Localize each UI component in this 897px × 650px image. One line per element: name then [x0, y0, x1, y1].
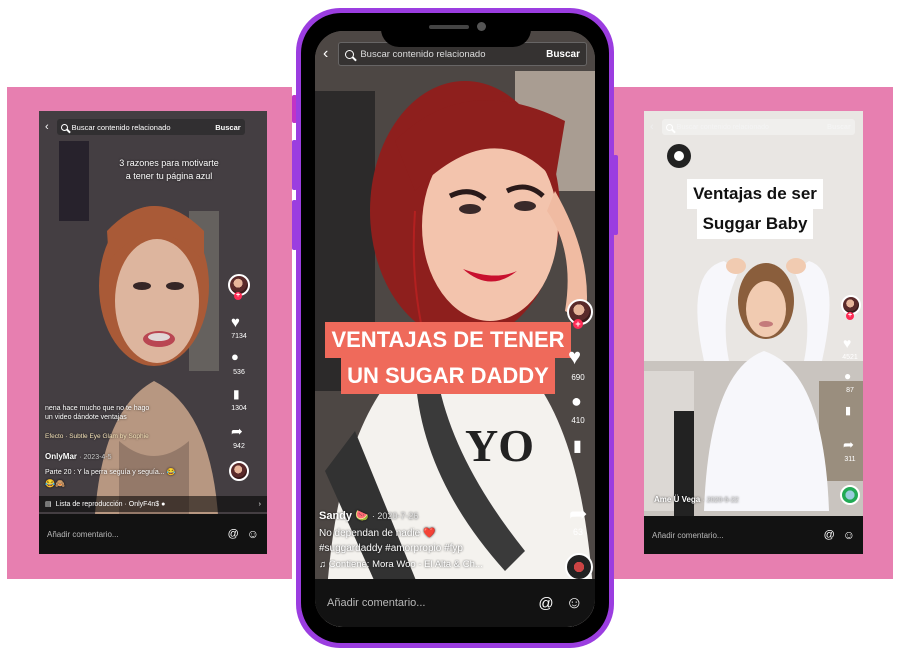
creator-username-row[interactable]: OnlyMar · 2023-4-5 [45, 452, 112, 461]
comment-count: 87 [846, 387, 854, 394]
comment-count: 410 [571, 416, 585, 425]
video-description: nena hace mucho que no te hago un video … [45, 404, 215, 422]
follow-plus-icon[interactable]: + [234, 292, 242, 300]
bookmark-icon[interactable]: ▮ [573, 436, 582, 456]
music-disc-icon[interactable] [565, 553, 593, 581]
post-date: · 2020-5-22 [702, 497, 739, 504]
back-arrow-icon[interactable]: ‹ [45, 121, 49, 133]
share-count: 63 [572, 527, 583, 537]
overlay-line: 3 razones para motivarte [119, 158, 219, 168]
share-arrow-icon[interactable]: ➦ [569, 501, 587, 527]
left-tiktok-screenshot: ‹ Buscar contenido relacionado Buscar 3 … [39, 111, 267, 554]
music-disc-icon[interactable] [229, 461, 249, 481]
right-video-frame [644, 111, 863, 554]
bookmark-icon[interactable]: ▮ [233, 387, 240, 401]
search-icon [665, 123, 673, 131]
mention-icon[interactable]: @ [228, 528, 239, 540]
front-camera [477, 22, 486, 31]
center-tiktok-screen: YO ‹ Buscar contenido relacionado Buscar… [315, 31, 595, 627]
video-overlay-text: VENTAJAS DE TENER UN SUGAR DADDY [319, 322, 577, 394]
comment-input[interactable]: Añadir comentario... [47, 530, 228, 539]
effect-label[interactable]: Efecto · Subtle Eye Glam by Sophie [45, 433, 225, 440]
video-description: No dependan de nadie ❤️ [319, 528, 436, 539]
phone-bezel: YO ‹ Buscar contenido relacionado Buscar… [301, 13, 609, 643]
search-placeholder: Buscar contenido relacionado [360, 48, 486, 60]
comment-count: 536 [233, 369, 245, 376]
overlay-line: UN SUGAR DADDY [341, 358, 555, 394]
creator-username-row[interactable]: Sandy 🍉 · 2020-7-26 [319, 509, 418, 522]
comment-input[interactable]: Añadir comentario... [327, 597, 538, 609]
like-heart-icon[interactable]: ♥ [568, 344, 581, 370]
emoji-icon[interactable]: ☺ [247, 527, 259, 541]
creator-username[interactable]: Sandy 🍉 [319, 510, 369, 522]
like-heart-icon[interactable]: ♥ [843, 335, 851, 351]
creator-username[interactable]: OnlyMar [45, 452, 77, 461]
comment-bar: Añadir comentario... @ ☺ [644, 516, 863, 554]
search-placeholder: Buscar contenido relacionado [676, 123, 769, 131]
share-count: 942 [233, 443, 245, 450]
overlay-line: Ventajas de ser [687, 179, 823, 209]
chevron-right-icon: › [258, 500, 261, 508]
overlay-line: Suggar Baby [696, 209, 814, 239]
search-button[interactable]: Buscar [215, 123, 240, 132]
overlay-line: a tener tu página azul [125, 171, 213, 181]
like-heart-icon[interactable]: ♥ [231, 314, 240, 331]
emoji-icon[interactable]: ☺ [566, 593, 583, 613]
phone-frame: YO ‹ Buscar contenido relacionado Buscar… [296, 8, 614, 648]
hashtags[interactable]: #suggardaddy #amorpropio #fyp [319, 543, 463, 554]
share-arrow-icon[interactable]: ➦ [231, 423, 243, 440]
search-button[interactable]: Buscar [827, 124, 851, 131]
search-icon [345, 49, 355, 59]
share-arrow-icon[interactable]: ➦ [843, 437, 854, 453]
share-count: 311 [844, 456, 856, 463]
search-placeholder: Buscar contenido relacionado [71, 122, 171, 132]
right-top-bar: ‹ Buscar contenido relacionado Buscar [644, 119, 863, 135]
overlay-line: VENTAJAS DE TENER [325, 322, 571, 358]
post-date: · 2023-4-5 [79, 454, 112, 461]
comment-bar: Añadir comentario... @ ☺ [39, 514, 267, 554]
speaker-grille [429, 25, 469, 29]
comment-icon[interactable]: ● [231, 349, 239, 364]
post-date: · 2020-7-26 [371, 511, 419, 521]
follow-plus-icon[interactable]: + [573, 319, 583, 329]
creator-username-row[interactable]: Ame Ü Vega · 2020-5-22 [654, 495, 739, 504]
search-bar[interactable]: Buscar contenido relacionado Buscar [56, 119, 245, 135]
back-arrow-icon[interactable]: ‹ [650, 121, 654, 133]
video-overlay-text: Ventajas de ser Suggar Baby [680, 179, 830, 239]
description-line: nena hace mucho que no te hago [45, 405, 150, 412]
like-count: 4521 [842, 354, 858, 361]
emoji-icon[interactable]: ☺ [843, 528, 855, 542]
right-tiktok-screenshot: ‹ Buscar contenido relacionado Buscar Ve… [644, 111, 863, 554]
music-label[interactable]: ♫ Contiene: Mora Woo - El Alta & Ch... [319, 559, 549, 570]
search-icon [60, 123, 68, 131]
video-overlay-text: 3 razones para motivarte a tener tu pági… [79, 157, 259, 183]
like-count: 7134 [231, 333, 247, 340]
search-button[interactable]: Buscar [546, 49, 580, 60]
search-bar[interactable]: Buscar contenido relacionado Buscar [661, 119, 855, 135]
mention-icon[interactable]: @ [824, 529, 835, 541]
like-count: 690 [571, 373, 585, 382]
mention-icon[interactable]: @ [538, 595, 553, 612]
back-arrow-icon[interactable]: ‹ [323, 45, 328, 63]
playlist-bar[interactable]: ▤ Lista de reproducción · OnlyF4n$ ● › [39, 496, 267, 512]
creator-username[interactable]: Ame Ü Vega [654, 495, 700, 504]
save-count: 1304 [231, 405, 247, 412]
svg-text:YO: YO [465, 420, 534, 471]
comment-bar: Añadir comentario... @ ☺ [315, 579, 595, 627]
comment-icon[interactable]: ● [844, 369, 851, 383]
left-top-bar: ‹ Buscar contenido relacionado Buscar [39, 119, 267, 135]
playlist-label: Lista de reproducción · OnlyF4n$ ● [55, 500, 166, 508]
music-disc-icon[interactable] [840, 485, 860, 505]
caption-emoji: 😂🙈 [45, 479, 65, 488]
follow-plus-icon[interactable]: + [846, 312, 854, 320]
comment-icon[interactable]: ● [571, 391, 582, 412]
phone-notch [381, 13, 531, 47]
bookmark-icon[interactable]: ▮ [845, 404, 851, 417]
playlist-icon: ▤ [45, 501, 52, 508]
part-caption: Parte 20 : Y la perra seguía y seguía...… [45, 469, 176, 476]
description-line: un video dándote ventajas [45, 414, 127, 421]
comment-input[interactable]: Añadir comentario... [652, 531, 824, 540]
